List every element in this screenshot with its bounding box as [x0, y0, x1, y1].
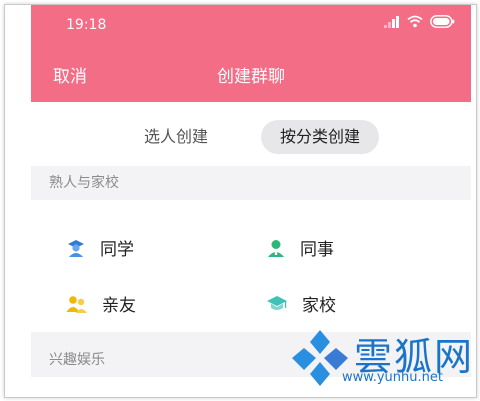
segmented-control: 选人创建 按分类创建: [31, 102, 471, 166]
category-home-school[interactable]: 家校: [266, 291, 336, 316]
category-label: 同学: [100, 240, 134, 260]
category-label: 家校: [302, 296, 336, 316]
category-label: 同事: [300, 240, 334, 260]
category-label: 亲友: [102, 296, 136, 316]
battery-icon: [430, 15, 455, 28]
watermark-logo-icon: [292, 330, 348, 386]
tab-by-category[interactable]: 按分类创建: [261, 120, 379, 154]
signal-icon: [384, 15, 399, 28]
status-icons: [384, 15, 455, 28]
watermark-url: www.yunhu.net: [342, 370, 443, 385]
friends-icon: [66, 295, 87, 313]
category-colleagues[interactable]: 同事: [266, 235, 334, 260]
wifi-icon: [407, 15, 423, 28]
category-friends-family[interactable]: 亲友: [66, 291, 136, 316]
page-title: 创建群聊: [217, 67, 285, 87]
watermark: 雲狐网 www.yunhu.net: [288, 318, 478, 396]
student-icon: [68, 239, 84, 257]
header-bar: 19:18 取消 创建群聊: [31, 5, 471, 102]
category-classmates[interactable]: 同学: [66, 235, 134, 260]
section-header-acquaintances: 熟人与家校: [31, 166, 471, 200]
graduation-cap-icon: [267, 295, 287, 310]
colleague-icon: [268, 239, 284, 257]
status-time: 19:18: [66, 17, 107, 33]
tab-select-people[interactable]: 选人创建: [126, 120, 226, 154]
category-grid: 同学 同事 亲友 家校: [31, 200, 471, 332]
